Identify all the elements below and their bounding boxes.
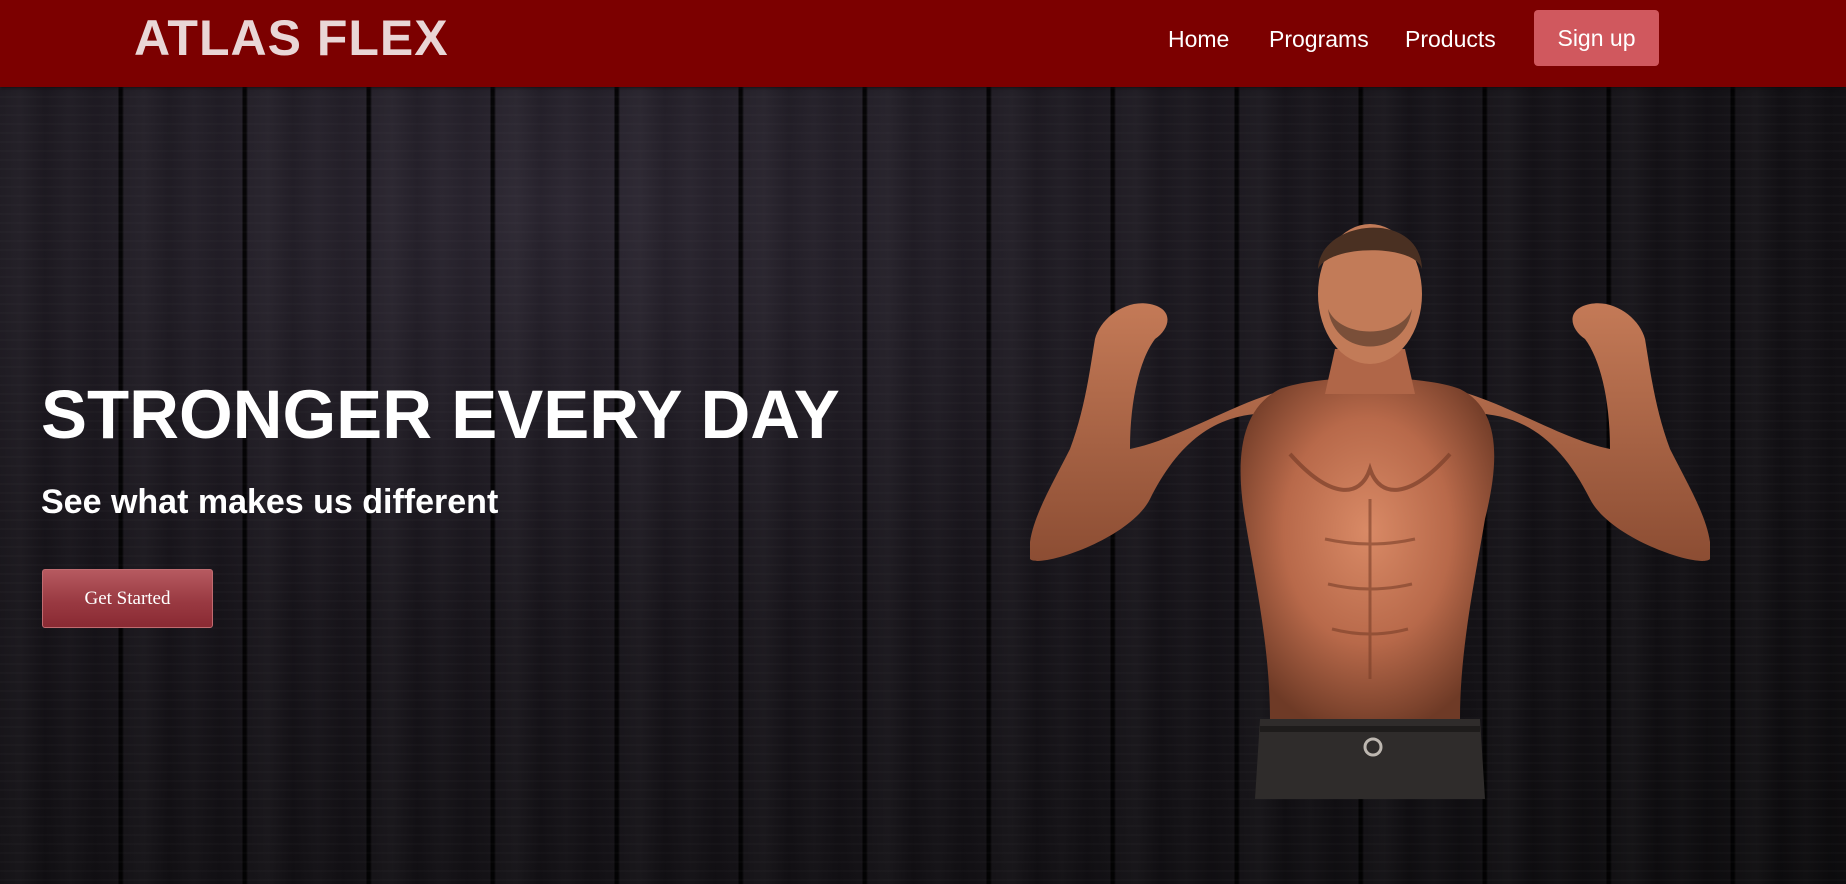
hero-title: STRONGER EVERY DAY xyxy=(41,376,840,453)
hero-subtitle: See what makes us different xyxy=(41,483,499,521)
bodybuilder-image xyxy=(1030,224,1710,799)
nav-link-products[interactable]: Products xyxy=(1405,24,1496,54)
hero-section: STRONGER EVERY DAY See what makes us dif… xyxy=(0,87,1846,884)
nav-link-home[interactable]: Home xyxy=(1168,24,1229,54)
navbar: ATLAS FLEX Home Programs Products Sign u… xyxy=(0,0,1846,87)
nav-link-programs[interactable]: Programs xyxy=(1269,24,1369,54)
signup-button[interactable]: Sign up xyxy=(1534,10,1659,66)
get-started-button[interactable]: Get Started xyxy=(42,569,213,628)
brand-logo[interactable]: ATLAS FLEX xyxy=(134,10,449,66)
